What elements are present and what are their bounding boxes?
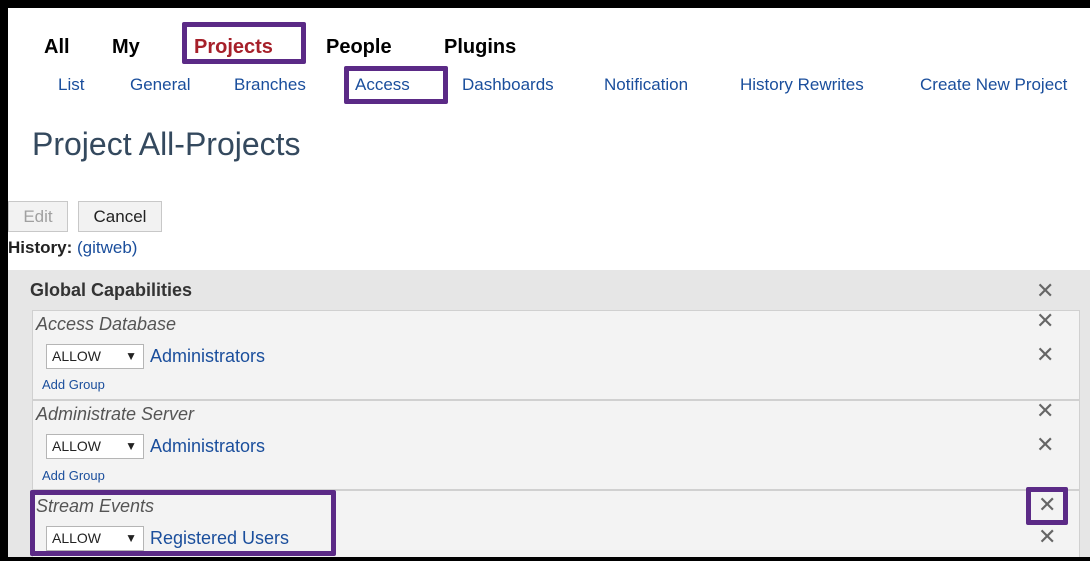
history-line: History: (gitweb) bbox=[8, 237, 137, 259]
chevron-down-icon: ▼ bbox=[125, 439, 137, 453]
gitweb-link[interactable]: (gitweb) bbox=[77, 238, 137, 257]
add-group-link[interactable]: Add Group bbox=[42, 377, 105, 393]
tab-plugins[interactable]: Plugins bbox=[444, 34, 516, 60]
rule-action-select[interactable]: ALLOW ▼ bbox=[46, 434, 144, 459]
permission-title: Access Database bbox=[36, 314, 177, 334]
page-title: Project All-Projects bbox=[32, 126, 301, 162]
gerrit-window: All My Projects People Plugins List Gene… bbox=[8, 8, 1090, 557]
rule-action-value: ALLOW bbox=[52, 348, 102, 364]
close-icon[interactable]: ✕ bbox=[1036, 400, 1054, 422]
permission-title: Administrate Server bbox=[36, 404, 195, 424]
close-icon[interactable]: ✕ bbox=[1036, 280, 1054, 302]
rule-action-value: ALLOW bbox=[52, 438, 102, 454]
close-icon[interactable]: ✕ bbox=[1036, 434, 1054, 456]
remove-permission-highlight bbox=[1026, 487, 1068, 525]
subnav-list[interactable]: List bbox=[58, 71, 84, 99]
tab-all[interactable]: All bbox=[44, 34, 70, 60]
subnav-notification[interactable]: Notification bbox=[604, 71, 688, 99]
subnav-dashboards[interactable]: Dashboards bbox=[462, 71, 554, 99]
close-icon[interactable]: ✕ bbox=[1036, 310, 1054, 332]
projects-tab-highlight bbox=[182, 22, 306, 64]
subnav-create-new-project[interactable]: Create New Project bbox=[920, 71, 1067, 99]
rule-group-link[interactable]: Administrators bbox=[150, 434, 265, 458]
close-icon[interactable]: ✕ bbox=[1036, 344, 1054, 366]
access-tab-highlight bbox=[344, 66, 448, 104]
cancel-button[interactable]: Cancel bbox=[78, 201, 162, 232]
tab-people[interactable]: People bbox=[326, 34, 392, 60]
edit-button[interactable]: Edit bbox=[8, 201, 68, 232]
global-capabilities-title: Global Capabilities bbox=[30, 280, 193, 300]
tab-my[interactable]: My bbox=[112, 34, 140, 60]
rule-action-select[interactable]: ALLOW ▼ bbox=[46, 344, 144, 369]
close-icon[interactable]: ✕ bbox=[1038, 526, 1056, 548]
stream-events-highlight bbox=[30, 490, 336, 556]
add-group-link[interactable]: Add Group bbox=[42, 468, 105, 484]
subnav-branches[interactable]: Branches bbox=[234, 71, 306, 99]
chevron-down-icon: ▼ bbox=[125, 349, 137, 363]
subnav-general[interactable]: General bbox=[130, 71, 190, 99]
history-label: History: bbox=[8, 238, 73, 257]
subnav-history-rewrites[interactable]: History Rewrites bbox=[740, 71, 864, 99]
rule-group-link[interactable]: Administrators bbox=[150, 344, 265, 368]
